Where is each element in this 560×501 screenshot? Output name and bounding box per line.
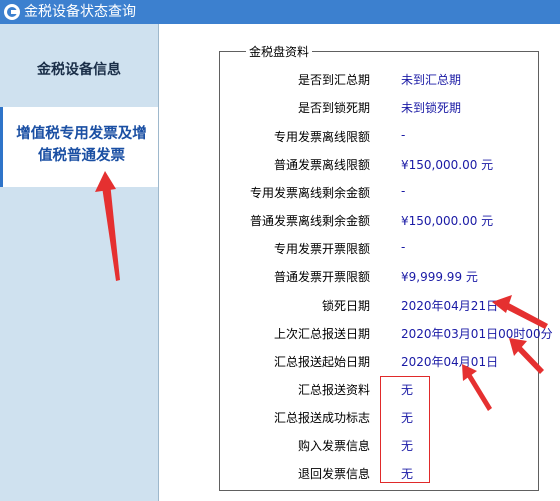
arrowhead-sidebar (95, 171, 116, 192)
arrow-annotation-sidebar (101, 180, 120, 281)
arrow-annotation-start-date (466, 372, 492, 411)
annotation-arrows (95, 171, 548, 411)
